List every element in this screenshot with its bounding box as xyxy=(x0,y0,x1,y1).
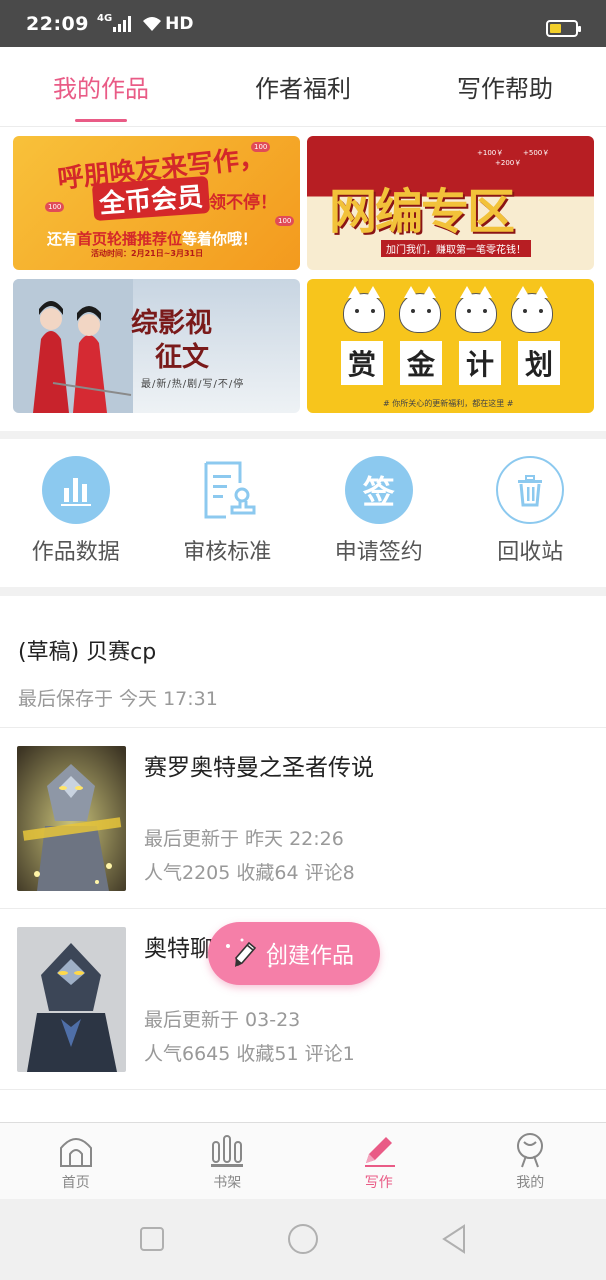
trash-icon xyxy=(496,456,565,524)
work-cover-image xyxy=(17,746,126,891)
nav-label: 写作 xyxy=(364,1175,393,1191)
bottom-nav: 首页 书架 写作 我的 xyxy=(0,1122,606,1199)
tab-my-works[interactable]: 我的作品 xyxy=(0,47,202,126)
money-tag: +500￥ xyxy=(523,149,550,157)
work-updated: 最后更新于 03-23 xyxy=(144,1009,301,1031)
bookshelf-icon xyxy=(211,1135,244,1167)
coin-tag: 100 xyxy=(275,216,295,226)
bounty-word: 金 xyxy=(400,341,442,385)
nav-bookshelf[interactable]: 书架 xyxy=(152,1123,304,1199)
work-updated: 最后更新于 昨天 22:26 xyxy=(144,828,344,850)
banner-invite-friends[interactable]: 100 100 100 呼朋唤友来写作， 全币会员 领不停！ 还有首页轮播推荐位… xyxy=(13,136,300,270)
wifi-icon xyxy=(143,16,162,31)
tool-label: 申请签约 xyxy=(334,540,423,565)
money-tag: +200￥ xyxy=(495,159,522,167)
pencil-icon xyxy=(364,1137,395,1167)
tools-row: 作品数据 审核标准 签 申请签约 回收站 xyxy=(0,439,606,587)
work-item[interactable]: 赛罗奥特曼之圣者传说 最后更新于 昨天 22:26 人气2205 收藏64 评论… xyxy=(0,728,606,909)
bounty-footer: # 你所关心的更新福利，都在这里 # xyxy=(383,399,514,408)
sign-icon: 签 xyxy=(344,456,413,524)
review-doc-icon xyxy=(193,456,261,524)
banner-drama-contest[interactable]: 综影视 征文 最/新/热/剧/写/不/停 xyxy=(13,279,300,413)
money-tag: +100￥ xyxy=(477,149,504,157)
system-nav-bar xyxy=(0,1199,606,1280)
tool-recycle-bin[interactable]: 回收站 xyxy=(455,439,606,587)
nav-profile[interactable]: 我的 xyxy=(455,1123,606,1199)
nav-write[interactable]: 写作 xyxy=(303,1123,455,1199)
top-tabs: 我的作品 作者福利 写作帮助 xyxy=(0,47,606,127)
tab-author-benefits[interactable]: 作者福利 xyxy=(202,47,404,126)
banner-editor-title: 网编专区 xyxy=(329,184,515,240)
sparkle-icon xyxy=(226,938,276,968)
battery-icon xyxy=(546,20,581,37)
bounty-word: 计 xyxy=(459,341,501,385)
tool-works-data[interactable]: 作品数据 xyxy=(0,439,152,587)
banner-invite-line3: 还有首页轮播推荐位等着你哦！ xyxy=(47,230,258,248)
create-work-button[interactable]: 创建作品 xyxy=(208,922,380,985)
banner-editor-zone[interactable]: +100￥ +500￥ +200￥ 网编专区 加门我们，赚取第一笔零花钱！ xyxy=(307,136,594,270)
banner-editor-subtitle: 加门我们，赚取第一笔零花钱！ xyxy=(381,240,531,257)
characters-illustration xyxy=(13,279,133,413)
profile-icon xyxy=(517,1133,544,1168)
draft-saved-time: 最后保存于 今天 17:31 xyxy=(18,688,218,710)
home-button-icon[interactable] xyxy=(286,1223,320,1255)
bounty-word: 赏 xyxy=(341,341,383,385)
banner-invite-period: 活动时间：2月21日~3月31日 xyxy=(91,249,204,258)
tool-label: 作品数据 xyxy=(31,540,120,565)
signal-icon xyxy=(113,15,132,32)
recent-apps-icon[interactable] xyxy=(139,1223,165,1255)
tool-label: 审核标准 xyxy=(183,540,272,565)
back-icon[interactable] xyxy=(440,1223,468,1255)
work-stats: 人气2205 收藏64 评论8 xyxy=(144,862,355,884)
work-title: 赛罗奥特曼之圣者传说 xyxy=(144,755,374,781)
works-list: (草稿) 贝赛cp 最后保存于 今天 17:31 赛罗奥特曼之圣者传说 最后更新… xyxy=(0,596,606,1122)
banner-drama-title2: 征文 xyxy=(155,342,209,373)
network-type: 4G xyxy=(96,13,113,24)
work-title: 奥特聊 xyxy=(144,936,213,962)
bar-chart-icon xyxy=(41,456,110,524)
banner-bounty-plan[interactable]: 赏 金 计 划 # 你所关心的更新福利，都在这里 # xyxy=(307,279,594,413)
tool-apply-contract[interactable]: 签 申请签约 xyxy=(303,439,455,587)
work-cover-image xyxy=(17,927,126,1072)
work-stats: 人气6645 收藏51 评论1 xyxy=(144,1043,355,1065)
banner-invite-line2b: 领不停！ xyxy=(209,193,277,213)
banner-drama-tagline: 最/新/热/剧/写/不/停 xyxy=(141,379,245,390)
hd-indicator: HD xyxy=(165,13,194,34)
nav-label: 书架 xyxy=(213,1175,242,1191)
status-time: 22:09 xyxy=(26,12,89,35)
tool-review-standard[interactable]: 审核标准 xyxy=(152,439,304,587)
banner-invite-line2: 全币会员 xyxy=(91,175,211,222)
banner-grid: 100 100 100 呼朋唤友来写作， 全币会员 领不停！ 还有首页轮播推荐位… xyxy=(0,127,606,431)
draft-item[interactable]: (草稿) 贝赛cp 最后保存于 今天 17:31 xyxy=(0,596,606,728)
draft-title: (草稿) 贝赛cp xyxy=(18,640,157,665)
bounty-word: 划 xyxy=(518,341,560,385)
nav-label: 首页 xyxy=(61,1175,90,1191)
home-icon xyxy=(59,1138,92,1167)
coin-tag: 100 xyxy=(45,202,65,212)
cats-illustration xyxy=(343,286,553,333)
tab-writing-help[interactable]: 写作帮助 xyxy=(404,47,606,126)
nav-label: 我的 xyxy=(516,1175,545,1191)
nav-home[interactable]: 首页 xyxy=(0,1123,152,1199)
status-bar: 22:09 4G HD xyxy=(0,0,606,47)
tool-label: 回收站 xyxy=(497,540,564,565)
bounty-words: 赏 金 计 划 xyxy=(341,341,560,385)
